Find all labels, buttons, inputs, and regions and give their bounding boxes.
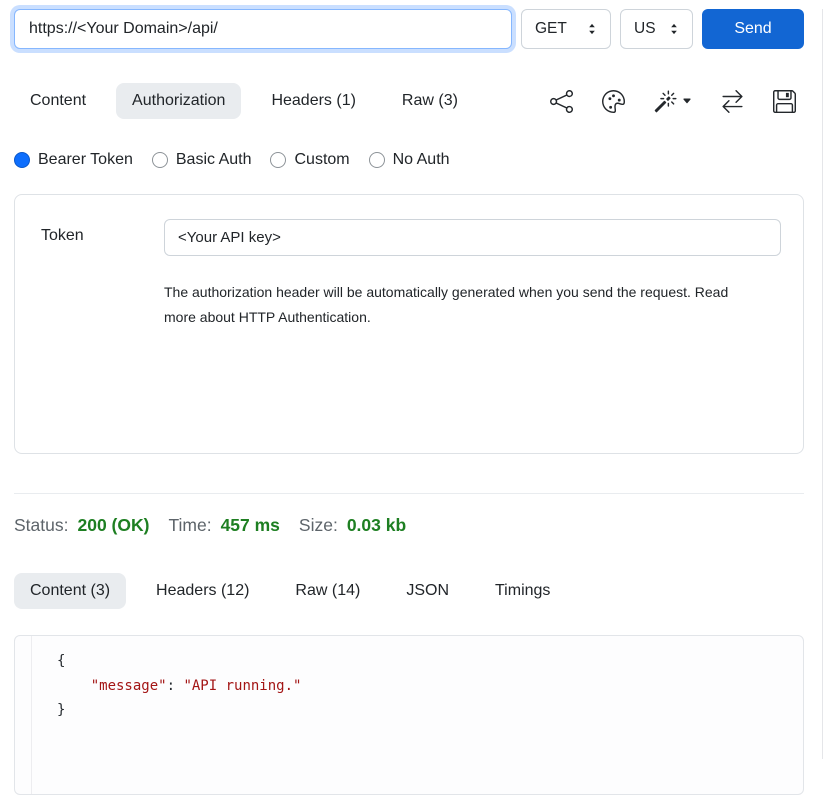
radio-basic-auth[interactable]: Basic Auth: [152, 151, 252, 169]
token-panel-body: The authorization header will be automat…: [164, 219, 781, 453]
up-down-arrows-icon: [585, 22, 599, 36]
radio-unselected-icon: [270, 152, 286, 168]
api-tester-pane: GET US Send Content Authorization Header…: [0, 9, 823, 759]
radio-bearer-label: Bearer Token: [38, 151, 133, 169]
json-open-brace: {: [57, 653, 65, 669]
radio-no-auth[interactable]: No Auth: [369, 151, 450, 169]
tab-authorization[interactable]: Authorization: [116, 83, 241, 119]
response-tab-headers[interactable]: Headers (12): [140, 573, 265, 609]
status-label: Status:: [14, 515, 68, 536]
method-select-value: GET: [535, 20, 567, 38]
radio-no-auth-label: No Auth: [393, 151, 450, 169]
tab-headers[interactable]: Headers (1): [255, 83, 371, 119]
time-label: Time:: [168, 515, 211, 536]
time-item: Time: 457 ms: [168, 515, 279, 536]
method-select[interactable]: GET: [521, 9, 611, 49]
tab-raw[interactable]: Raw (3): [386, 83, 474, 119]
response-json-code: { "message": "API running." }: [31, 636, 803, 794]
json-indent: [57, 678, 91, 694]
response-tabs: Content (3) Headers (12) Raw (14) JSON T…: [14, 573, 566, 609]
response-tab-raw[interactable]: Raw (14): [279, 573, 376, 609]
token-help-text: The authorization header will be automat…: [164, 280, 750, 330]
size-item: Size: 0.03 kb: [299, 515, 406, 536]
chevron-down-icon: [682, 96, 692, 106]
radio-selected-icon: [14, 152, 30, 168]
response-tab-timings[interactable]: Timings: [479, 573, 566, 609]
palette-icon[interactable]: [602, 90, 625, 113]
json-key: "message": [91, 678, 167, 694]
json-separator: :: [167, 678, 184, 694]
request-toolbar: [550, 90, 804, 113]
json-value: "API running.": [183, 678, 301, 694]
url-input[interactable]: [14, 9, 512, 49]
magic-wand-icon: [654, 90, 677, 113]
response-body-block: { "message": "API running." }: [14, 635, 804, 795]
request-tabs-row: Content Authorization Headers (1) Raw (3…: [14, 83, 804, 119]
swap-arrows-icon[interactable]: [721, 90, 744, 113]
status-value: 200 (OK): [77, 515, 149, 536]
size-label: Size:: [299, 515, 338, 536]
radio-custom[interactable]: Custom: [270, 151, 349, 169]
share-icon[interactable]: [550, 90, 573, 113]
request-bar: GET US Send: [14, 9, 804, 49]
region-select[interactable]: US: [620, 9, 693, 49]
response-tabs-row: Content (3) Headers (12) Raw (14) JSON T…: [14, 573, 804, 609]
request-tabs: Content Authorization Headers (1) Raw (3…: [14, 83, 474, 119]
save-icon[interactable]: [773, 90, 796, 113]
size-value: 0.03 kb: [347, 515, 406, 536]
response-summary: Status: 200 (OK) Time: 457 ms Size: 0.03…: [14, 515, 804, 536]
tab-content[interactable]: Content: [14, 83, 102, 119]
radio-unselected-icon: [369, 152, 385, 168]
response-tab-content[interactable]: Content (3): [14, 573, 126, 609]
send-button[interactable]: Send: [702, 9, 804, 49]
bearer-token-panel: Token The authorization header will be a…: [14, 194, 804, 454]
response-tab-json[interactable]: JSON: [390, 573, 465, 609]
region-select-value: US: [634, 20, 656, 38]
json-close-brace: }: [57, 702, 65, 718]
radio-unselected-icon: [152, 152, 168, 168]
auth-type-options: Bearer Token Basic Auth Custom No Auth: [14, 151, 804, 169]
up-down-arrows-icon: [667, 22, 681, 36]
radio-basic-label: Basic Auth: [176, 151, 252, 169]
token-input[interactable]: [164, 219, 781, 256]
magic-wand-dropdown[interactable]: [654, 90, 692, 113]
radio-bearer-token[interactable]: Bearer Token: [14, 151, 133, 169]
section-divider: [14, 493, 804, 494]
status-item: Status: 200 (OK): [14, 515, 149, 536]
radio-custom-label: Custom: [294, 151, 349, 169]
time-value: 457 ms: [221, 515, 280, 536]
token-label: Token: [41, 219, 164, 453]
